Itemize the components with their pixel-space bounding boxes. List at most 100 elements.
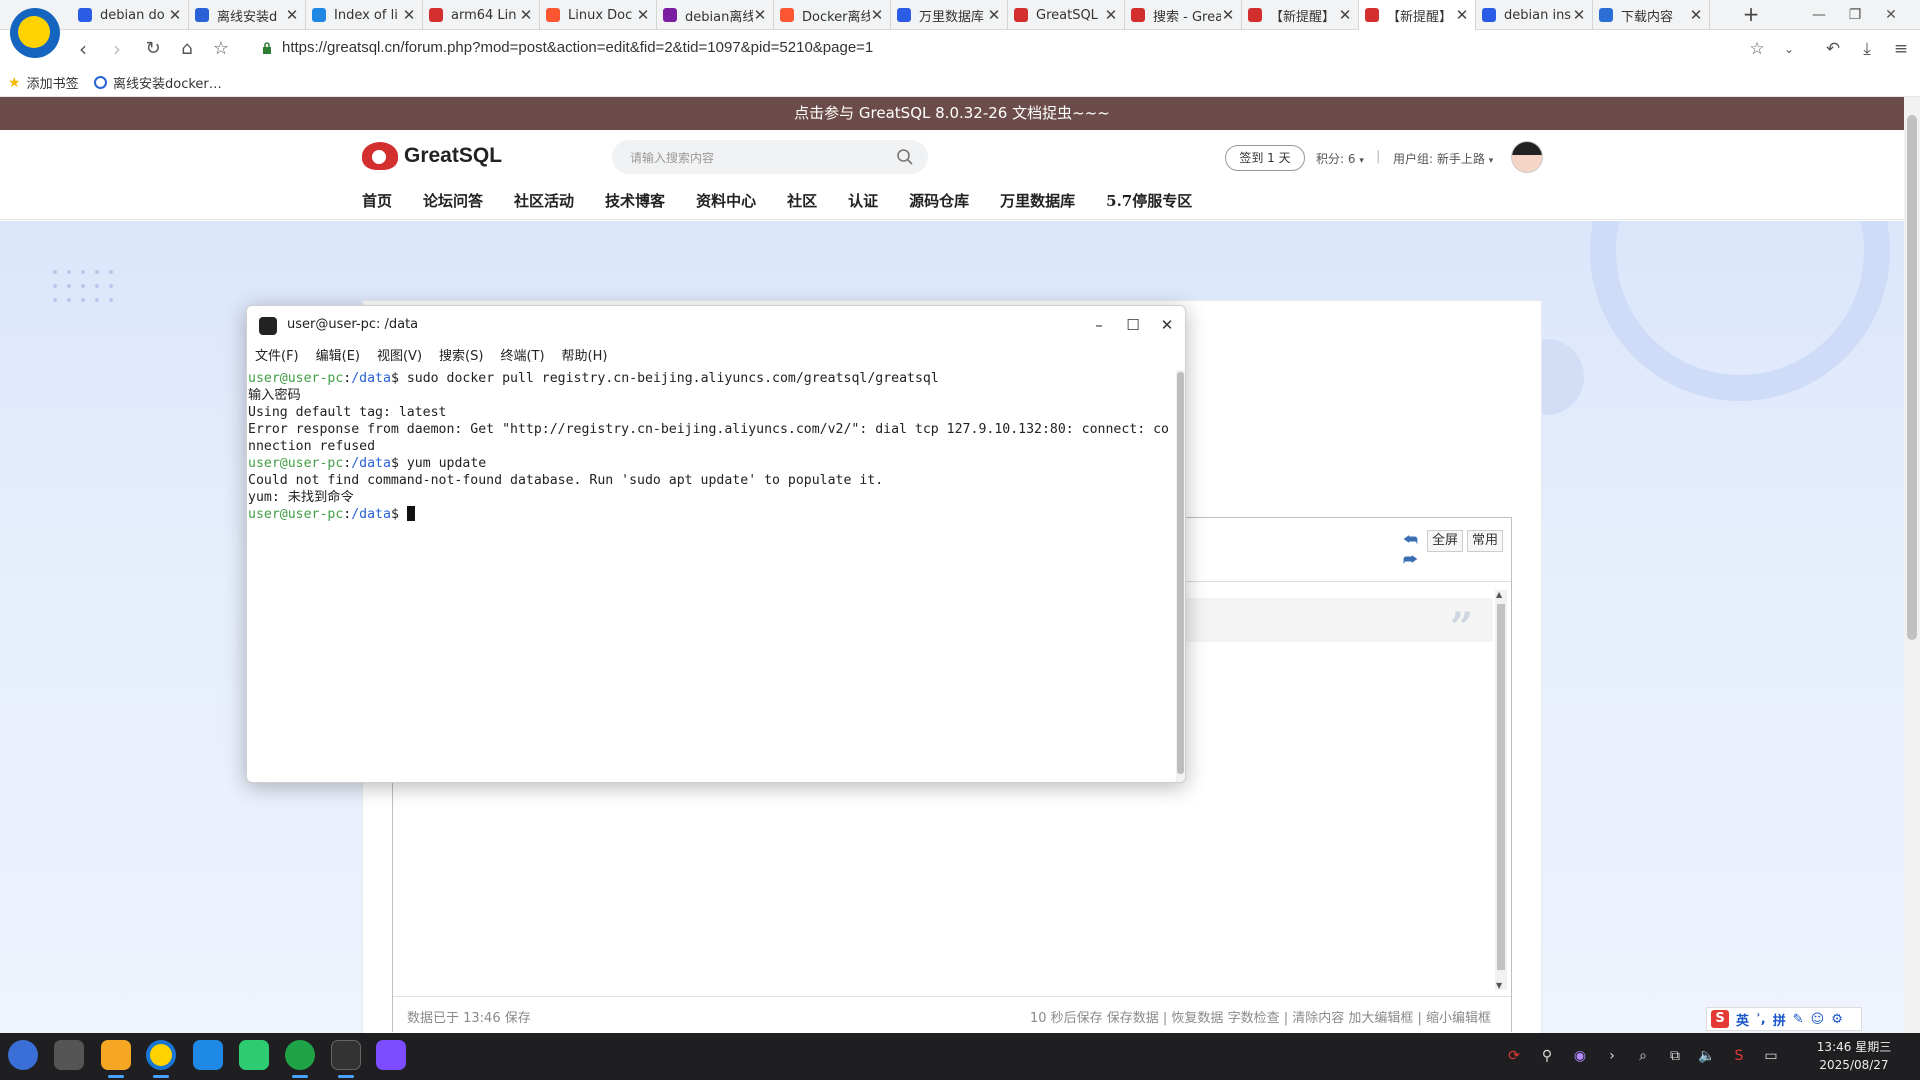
minimize-browser-button[interactable]: —: [1802, 2, 1836, 28]
start-menu-icon[interactable]: [8, 1040, 38, 1070]
browser-tab[interactable]: 【新提醒】 ✕: [1359, 0, 1476, 30]
terminal-titlebar[interactable]: user@user-pc: /data – ☐ ✕: [247, 306, 1185, 344]
nav-item[interactable]: 源码仓库: [909, 190, 969, 211]
browser-tab[interactable]: 下载内容 ✕: [1593, 0, 1710, 30]
user-group-dropdown[interactable]: 用户组: 新手上路 ▾: [1393, 150, 1493, 167]
browser-tab[interactable]: 【新提醒】 ✕: [1242, 0, 1359, 30]
redo-arrow-icon[interactable]: ⮫: [1403, 550, 1418, 570]
avatar[interactable]: [1511, 141, 1543, 173]
announcement-banner[interactable]: 点击参与 GreatSQL 8.0.32-26 文档捉虫~~~: [0, 97, 1904, 130]
nav-item[interactable]: 社区活动: [514, 190, 574, 211]
url-field[interactable]: https://greatsql.cn/forum.php?mod=post&a…: [282, 39, 873, 56]
undo-icon[interactable]: ↶: [1820, 36, 1846, 62]
input-method-icon[interactable]: S: [1730, 1047, 1748, 1065]
media-icon[interactable]: ◉: [1571, 1047, 1589, 1065]
browser-tab[interactable]: debian离线 ✕: [657, 0, 774, 30]
terminal-menu-item[interactable]: 搜索(S): [439, 344, 483, 370]
nav-item[interactable]: 技术博客: [605, 190, 665, 211]
restore-browser-button[interactable]: ❐: [1838, 2, 1872, 28]
expand-tray-icon[interactable]: ›: [1603, 1047, 1621, 1065]
reload-icon[interactable]: ↻: [140, 36, 166, 62]
nav-item[interactable]: 资料中心: [696, 190, 756, 211]
browser-tab[interactable]: Linux Doc ✕: [540, 0, 657, 30]
undo-arrow-icon[interactable]: ⮪: [1403, 530, 1418, 550]
close-tab-icon[interactable]: ✕: [636, 6, 650, 24]
browser-tab[interactable]: debian ins ✕: [1476, 0, 1593, 30]
browser-tab[interactable]: Docker离线 ✕: [774, 0, 891, 30]
browser-tab[interactable]: arm64 Lin ✕: [423, 0, 540, 30]
browser-tab[interactable]: GreatSQL ✕: [1008, 0, 1125, 30]
browser-tab[interactable]: Index of li ✕: [306, 0, 423, 30]
nav-item[interactable]: 万里数据库: [1000, 190, 1075, 211]
minimize-icon[interactable]: –: [1087, 314, 1111, 336]
network-icon[interactable]: ⧉: [1666, 1047, 1684, 1065]
bookmark-star-icon[interactable]: ☆: [1744, 36, 1770, 62]
dropdown-chevron-icon[interactable]: ⌄: [1776, 36, 1802, 62]
bookmark-docker[interactable]: 离线安装docker…: [94, 73, 222, 92]
terminal-taskbar-icon[interactable]: [331, 1040, 361, 1070]
file-manager-icon[interactable]: [101, 1040, 131, 1070]
nav-item[interactable]: 认证: [848, 190, 878, 211]
browser-taskbar-icon[interactable]: [146, 1040, 176, 1070]
nav-item[interactable]: 社区: [787, 190, 817, 211]
punctuation-icon[interactable]: ʾ,: [1756, 1012, 1766, 1027]
terminal-menu-item[interactable]: 视图(V): [377, 344, 422, 370]
browser-tab[interactable]: 离线安装d ✕: [189, 0, 306, 30]
download-icon[interactable]: ⤓: [1854, 36, 1880, 62]
terminal-window[interactable]: user@user-pc: /data – ☐ ✕ 文件(F) 编辑(E) 视图(V…: [246, 305, 1186, 783]
terminal-menu-item[interactable]: 帮助(H): [562, 344, 608, 370]
chat-app-icon[interactable]: [239, 1040, 269, 1070]
editor-scroll-thumb[interactable]: [1497, 604, 1505, 970]
browser-tab[interactable]: 搜索 - Grea ✕: [1125, 0, 1242, 30]
nav-item[interactable]: 首页: [362, 190, 392, 211]
common-button[interactable]: 常用: [1467, 530, 1504, 552]
volume-icon[interactable]: 🔈: [1698, 1047, 1716, 1065]
wps-writer-icon[interactable]: [193, 1040, 223, 1070]
forward-icon[interactable]: ›: [104, 36, 130, 62]
ime-language[interactable]: 英: [1736, 1010, 1749, 1029]
close-tab-icon[interactable]: ✕: [987, 6, 1001, 24]
close-tab-icon[interactable]: ✕: [168, 6, 182, 24]
fullscreen-button[interactable]: 全屏: [1427, 530, 1464, 552]
close-tab-icon[interactable]: ✕: [1455, 6, 1469, 24]
browser-tab[interactable]: 万里数据库 ✕: [891, 0, 1008, 30]
close-tab-icon[interactable]: ✕: [1104, 6, 1118, 24]
greatsql-logo[interactable]: GreatSQL: [362, 142, 502, 170]
pen-icon[interactable]: ✎: [1793, 1012, 1804, 1027]
ime-mode[interactable]: 拼: [1773, 1010, 1786, 1029]
site-search-input[interactable]: 请输入搜索内容: [612, 140, 928, 174]
terminal-scrollbar[interactable]: [1176, 370, 1185, 782]
favorite-star-icon[interactable]: ☆: [208, 36, 234, 62]
close-browser-button[interactable]: ✕: [1874, 2, 1908, 28]
emoji-icon[interactable]: ☺: [1811, 1012, 1825, 1027]
clock[interactable]: 13:46 星期三 2025/08/27: [1804, 1038, 1904, 1074]
maximize-icon[interactable]: ☐: [1121, 314, 1145, 336]
terminal-scroll-thumb[interactable]: [1177, 372, 1184, 774]
close-tab-icon[interactable]: ✕: [1221, 6, 1235, 24]
browser-logo-icon[interactable]: [10, 8, 60, 58]
close-tab-icon[interactable]: ✕: [1338, 6, 1352, 24]
home-icon[interactable]: ⌂: [174, 36, 200, 62]
nav-item[interactable]: 5.7停服专区: [1106, 190, 1192, 211]
editor-footer-links[interactable]: 10 秒后保存 保存数据 | 恢复数据 字数检查 | 清除内容 加大编辑框 | …: [1030, 1007, 1491, 1026]
nav-item[interactable]: 论坛问答: [423, 190, 483, 211]
search-tray-icon[interactable]: ⌕: [1634, 1047, 1652, 1065]
page-scroll-thumb[interactable]: [1907, 115, 1917, 640]
editor-scrollbar[interactable]: ▲ ▼: [1495, 590, 1507, 990]
terminal-menu-item[interactable]: 编辑(E): [316, 344, 360, 370]
ime-toolbar[interactable]: S 英 ʾ, 拼 ✎ ☺ ⚙: [1706, 1007, 1862, 1031]
close-tab-icon[interactable]: ✕: [285, 6, 299, 24]
close-icon[interactable]: ✕: [1155, 314, 1179, 336]
terminal-menu-item[interactable]: 文件(F): [255, 344, 299, 370]
sync-icon[interactable]: ⟳: [1505, 1047, 1523, 1065]
points-dropdown[interactable]: 积分: 6 ▾: [1316, 150, 1364, 167]
close-tab-icon[interactable]: ✕: [753, 6, 767, 24]
app-store-icon[interactable]: [376, 1040, 406, 1070]
terminal-menu-item[interactable]: 终端(T): [500, 344, 544, 370]
terminal-output[interactable]: user@user-pc:/data$ sudo docker pull reg…: [247, 370, 1177, 782]
browser-tab[interactable]: debian do ✕: [72, 0, 189, 30]
new-tab-button[interactable]: +: [1740, 3, 1762, 27]
scroll-down-icon[interactable]: ▼: [1496, 981, 1502, 990]
multitask-view-icon[interactable]: [54, 1040, 84, 1070]
signin-button[interactable]: 签到 1 天: [1225, 145, 1305, 171]
